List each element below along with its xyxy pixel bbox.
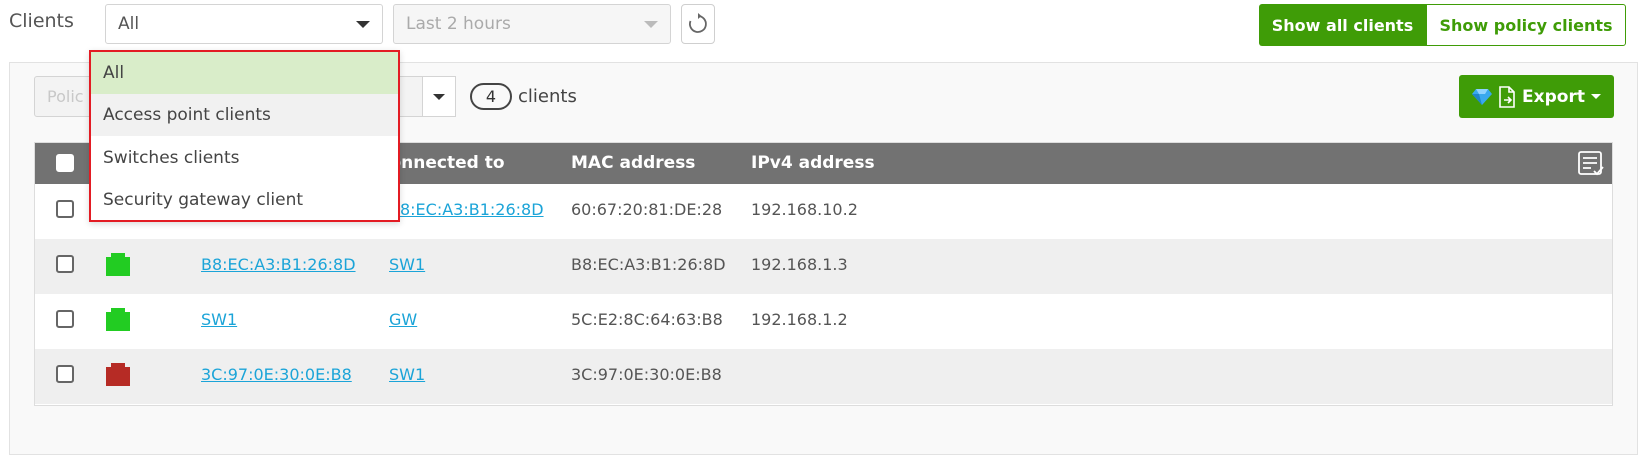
chevron-down-icon [644,20,658,28]
client-type-select-value: All [118,14,140,34]
time-range-select-value: Last 2 hours [406,14,511,34]
mac-address-cell: 3C:97:0E:30:0E:B8 [571,365,722,384]
mac-address-cell: 5C:E2:8C:64:63:B8 [571,310,723,329]
connected-to-link[interactable]: SW1 [389,365,425,384]
export-label: Export [1522,86,1585,107]
show-all-clients-button[interactable]: Show all clients [1259,4,1426,46]
row-checkbox[interactable] [56,255,74,273]
ethernet-port-icon [106,253,130,276]
time-range-select[interactable]: Last 2 hours [393,4,671,44]
refresh-icon [689,13,707,33]
column-header-mac-address[interactable]: MAC address [571,153,695,173]
chevron-down-icon [433,93,445,100]
client-name-link[interactable]: SW1 [201,310,237,329]
connected-to-link[interactable]: GW [389,310,417,329]
ipv4-address-cell: 192.168.1.3 [751,255,848,274]
ipv4-address-cell: 192.168.1.2 [751,310,848,329]
ethernet-port-icon [106,308,130,331]
gem-icon [1472,88,1493,105]
mac-address-cell: 60:67:20:81:DE:28 [571,200,723,219]
file-export-icon [1499,85,1515,108]
column-settings-icon[interactable] [1577,150,1605,178]
client-count-label: clients [518,86,577,107]
menu-item-security-gateway-client[interactable]: Security gateway client [91,179,398,221]
show-policy-clients-button[interactable]: Show policy clients [1426,4,1626,46]
select-all-checkbox[interactable] [56,154,74,172]
chevron-down-icon [1590,94,1601,99]
menu-item-switches-clients[interactable]: Switches clients [91,137,398,179]
policy-select-toggle[interactable] [422,76,456,117]
connected-to-link[interactable]: SW1 [389,255,425,274]
table-row[interactable]: B8:EC:A3:B1:26:8D SW1 B8:EC:A3:B1:26:8D … [35,239,1612,294]
column-header-ipv4-address[interactable]: IPv4 address [751,153,875,173]
export-button[interactable]: Export [1459,75,1614,118]
menu-item-all[interactable]: All [91,52,398,94]
table-row[interactable]: 3C:97:0E:30:0E:B8 SW1 3C:97:0E:30:0E:B8 [35,349,1612,404]
client-name-link[interactable]: B8:EC:A3:B1:26:8D [201,255,356,274]
chevron-down-icon [356,20,370,28]
client-name-link[interactable]: 3C:97:0E:30:0E:B8 [201,365,352,384]
mac-address-cell: B8:EC:A3:B1:26:8D [571,255,726,274]
client-count-badge: 4 [470,83,512,110]
ethernet-port-icon [106,363,130,386]
client-type-dropdown-menu: All Access point clients Switches client… [89,50,400,222]
row-checkbox[interactable] [56,365,74,383]
page-title: Clients [9,10,74,32]
table-row[interactable]: SW1 GW 5C:E2:8C:64:63:B8 192.168.1.2 [35,294,1612,349]
ipv4-address-cell: 192.168.10.2 [751,200,858,219]
row-checkbox[interactable] [56,310,74,328]
menu-item-access-point-clients[interactable]: Access point clients [91,94,398,136]
refresh-button[interactable] [681,4,715,44]
row-checkbox[interactable] [56,200,74,218]
connected-to-link[interactable]: B8:EC:A3:B1:26:8D [389,200,544,219]
policy-select-value: Polic [47,87,84,106]
client-type-select[interactable]: All [105,4,383,44]
